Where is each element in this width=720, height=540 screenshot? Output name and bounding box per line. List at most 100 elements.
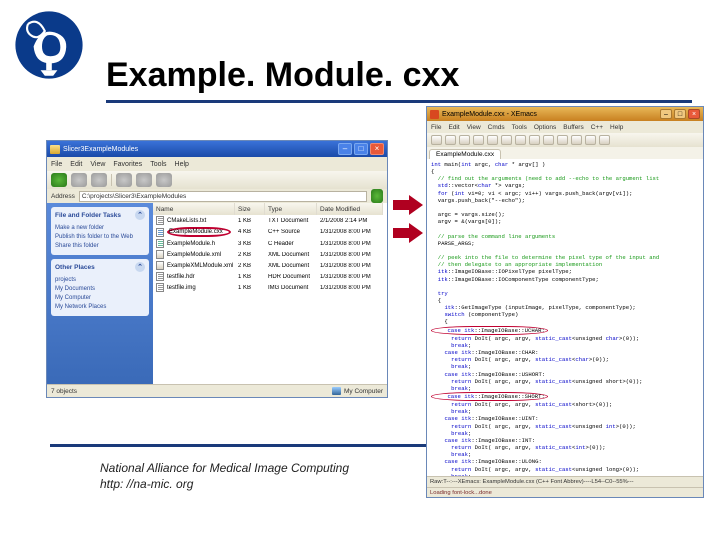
- code-line: [431, 225, 699, 232]
- minimize-button[interactable]: –: [660, 109, 672, 119]
- mail-button[interactable]: [543, 135, 554, 145]
- menu-view[interactable]: View: [90, 161, 105, 168]
- undo-button[interactable]: [515, 135, 526, 145]
- code-line: break;: [431, 363, 699, 370]
- collapse-icon[interactable]: ⌃: [135, 210, 145, 220]
- news-button[interactable]: [599, 135, 610, 145]
- code-line: itk::ImageIOBase::IOComponentType compon…: [431, 276, 699, 283]
- menu-buffers[interactable]: Buffers: [563, 124, 583, 131]
- menu-file[interactable]: File: [51, 161, 62, 168]
- table-row[interactable]: testfile.hdr1 KBHDR Document1/31/2008 8:…: [153, 271, 387, 282]
- cell-date: 1/31/2008 8:00 PM: [317, 285, 383, 291]
- col-date[interactable]: Date Modified: [317, 203, 383, 215]
- code-line: break;: [431, 430, 699, 437]
- table-row[interactable]: ExampleXMLModule.xml2 KBXML Document1/31…: [153, 260, 387, 271]
- file-explorer-window: Slicer3ExampleModules – □ × File Edit Vi…: [46, 140, 388, 398]
- open-button[interactable]: [431, 135, 442, 145]
- tab-file[interactable]: ExampleModule.cxx: [429, 149, 501, 159]
- close-button[interactable]: ×: [688, 109, 700, 119]
- editor-titlebar[interactable]: ExampleModule.cxx - XEmacs – □ ×: [427, 107, 703, 121]
- code-line: itk::ImageIOBase::IOPixelType pixelType;: [431, 268, 699, 275]
- footer: National Alliance for Medical Image Comp…: [100, 460, 349, 492]
- maximize-button[interactable]: □: [674, 109, 686, 119]
- code-line: break;: [431, 451, 699, 458]
- menu-tools[interactable]: Tools: [150, 161, 166, 168]
- maximize-button[interactable]: □: [354, 143, 368, 155]
- footer-line1: National Alliance for Medical Image Comp…: [100, 460, 349, 476]
- explorer-statusbar: 7 objects My Computer: [47, 384, 387, 397]
- forward-button[interactable]: [71, 173, 87, 187]
- address-label: Address: [51, 193, 75, 200]
- table-row[interactable]: ExampleModule.cxx4 KBC++ Source1/31/2008…: [153, 226, 387, 238]
- col-type[interactable]: Type: [265, 203, 317, 215]
- col-size[interactable]: Size: [235, 203, 265, 215]
- save-button[interactable]: [445, 135, 456, 145]
- task-item[interactable]: Publish this folder to the Web: [55, 232, 145, 241]
- cell-size: 4 KB: [235, 229, 265, 235]
- tasks-panel: File and Folder Tasks ⌃ Make a new folde…: [51, 207, 149, 255]
- menu-edit[interactable]: Edit: [448, 124, 459, 131]
- explorer-titlebar[interactable]: Slicer3ExampleModules – □ ×: [47, 141, 387, 157]
- code-line: return DoIt( argc, argv, static_cast<int…: [431, 444, 699, 451]
- arrow-icon: [393, 223, 423, 243]
- code-line: for (int vi=0; vi < argc; vi++) vargs.pu…: [431, 190, 699, 197]
- table-row[interactable]: ExampleModule.h3 KBC Header1/31/2008 8:0…: [153, 238, 387, 249]
- code-area[interactable]: int main(int argc, char * argv[] ){ // f…: [427, 159, 703, 476]
- print-button[interactable]: [459, 135, 470, 145]
- info-button[interactable]: [557, 135, 568, 145]
- menu-view[interactable]: View: [467, 124, 481, 131]
- editor-window: ExampleModule.cxx - XEmacs – □ × File Ed…: [426, 106, 704, 498]
- editor-tabs: ExampleModule.cxx: [427, 147, 703, 159]
- file-icon: [156, 283, 164, 292]
- code-line: // then delegate to an appropriate imple…: [431, 261, 699, 268]
- code-line: // find out the arguments (need to add -…: [431, 175, 699, 182]
- views-button[interactable]: [156, 173, 172, 187]
- table-row[interactable]: CMakeLists.txt1 KBTXT Document2/1/2008 2…: [153, 215, 387, 226]
- menu-cmds[interactable]: Cmds: [488, 124, 505, 131]
- cut-button[interactable]: [473, 135, 484, 145]
- search-button[interactable]: [116, 173, 132, 187]
- menu-file[interactable]: File: [431, 124, 441, 131]
- close-button[interactable]: ×: [370, 143, 384, 155]
- task-item[interactable]: Make a new folder: [55, 223, 145, 232]
- menu-cpp[interactable]: C++: [591, 124, 603, 131]
- menu-favs[interactable]: Favorites: [113, 161, 142, 168]
- up-button[interactable]: [91, 173, 107, 187]
- address-input[interactable]: C:\projects\Slicer3\ExampleModules: [79, 191, 367, 202]
- menu-edit[interactable]: Edit: [70, 161, 82, 168]
- folders-button[interactable]: [136, 173, 152, 187]
- replace-button[interactable]: [529, 135, 540, 145]
- place-item[interactable]: My Network Places: [55, 302, 145, 311]
- place-item[interactable]: projects: [55, 275, 145, 284]
- cell-type: C Header: [265, 241, 317, 247]
- menu-help[interactable]: Help: [175, 161, 189, 168]
- editor-toolbar: [427, 133, 703, 147]
- file-name: CMakeLists.txt: [167, 218, 206, 224]
- go-button[interactable]: [371, 189, 383, 203]
- place-item[interactable]: My Computer: [55, 293, 145, 302]
- menu-options[interactable]: Options: [534, 124, 556, 131]
- menu-tools[interactable]: Tools: [512, 124, 527, 131]
- editor-minibuffer: Loading font-lock...done: [427, 487, 703, 497]
- task-item[interactable]: Share this folder: [55, 241, 145, 250]
- paste-button[interactable]: [501, 135, 512, 145]
- col-name[interactable]: Name: [153, 203, 235, 215]
- code-line: argc = vargs.size();: [431, 211, 699, 218]
- table-row[interactable]: ExampleModule.xml2 KBXML Document1/31/20…: [153, 249, 387, 260]
- places-header: Other Places: [55, 264, 95, 271]
- collapse-icon[interactable]: ⌃: [135, 262, 145, 272]
- debug-button[interactable]: [585, 135, 596, 145]
- status-location: My Computer: [344, 388, 383, 395]
- code-line: // parse the command line arguments: [431, 233, 699, 240]
- back-button[interactable]: [51, 173, 67, 187]
- table-row[interactable]: testfile.img1 KBIMG Document1/31/2008 8:…: [153, 282, 387, 293]
- minimize-button[interactable]: –: [338, 143, 352, 155]
- compile-button[interactable]: [571, 135, 582, 145]
- footer-line2: http: //na-mic. org: [100, 476, 349, 492]
- place-item[interactable]: My Documents: [55, 284, 145, 293]
- menu-help[interactable]: Help: [610, 124, 623, 131]
- copy-button[interactable]: [487, 135, 498, 145]
- file-icon: [156, 250, 164, 259]
- status-text: Raw:T--:---XEmacs: ExampleModule.cxx (C+…: [430, 479, 634, 485]
- code-line: {: [431, 168, 699, 175]
